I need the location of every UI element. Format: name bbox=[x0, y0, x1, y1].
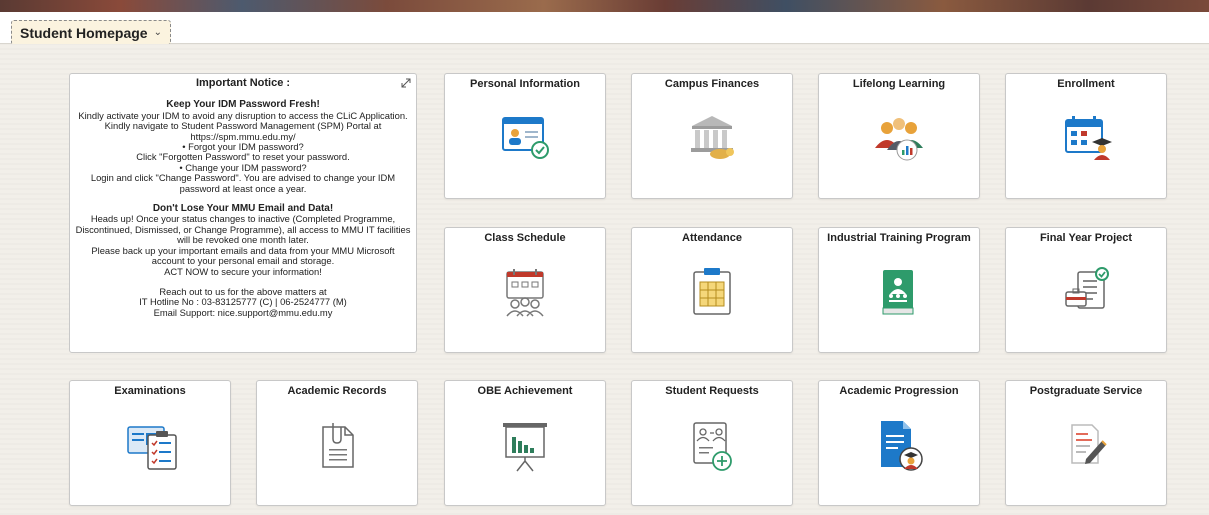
tile-label: Postgraduate Service bbox=[1029, 385, 1143, 397]
tile-student-requests[interactable]: Student Requests bbox=[631, 380, 793, 506]
tile-label: Campus Finances bbox=[664, 78, 760, 90]
tile-label: OBE Achievement bbox=[477, 385, 573, 397]
important-notice-tile[interactable]: Important Notice : Keep Your IDM Passwor… bbox=[69, 73, 417, 353]
tile-label: Lifelong Learning bbox=[852, 78, 946, 90]
notice-line: account to your personal email and stora… bbox=[151, 255, 335, 267]
notice-line: password at least once a year. bbox=[179, 182, 307, 194]
training-book-icon bbox=[882, 270, 914, 315]
exam-checklist-icon bbox=[127, 426, 177, 470]
tile-label: Enrollment bbox=[1057, 78, 1115, 90]
tile-label: Academic Progression bbox=[839, 385, 959, 397]
project-document-icon bbox=[1065, 267, 1109, 309]
class-schedule-icon bbox=[506, 269, 544, 317]
tile-label: Attendance bbox=[682, 232, 742, 244]
tile-label: Industrial Training Program bbox=[827, 232, 971, 244]
tile-enrollment[interactable]: Enrollment bbox=[1005, 73, 1167, 199]
header-banner bbox=[0, 0, 1209, 12]
tile-personal-information[interactable]: Personal Information bbox=[444, 73, 606, 199]
tile-label: Personal Information bbox=[469, 78, 581, 90]
progression-document-icon bbox=[881, 421, 923, 471]
bank-icon bbox=[691, 116, 734, 159]
notice-title: Important Notice : bbox=[195, 77, 291, 89]
expand-icon[interactable] bbox=[401, 78, 411, 88]
tile-label: Student Requests bbox=[665, 385, 759, 397]
tile-label: Examinations bbox=[114, 385, 186, 397]
homepage-selector[interactable]: Student Homepage ⌄ bbox=[11, 20, 171, 45]
tile-academic-records[interactable]: Academic Records bbox=[256, 380, 418, 506]
pen-document-icon bbox=[1071, 424, 1107, 464]
tile-class-schedule[interactable]: Class Schedule bbox=[444, 227, 606, 353]
tile-campus-finances[interactable]: Campus Finances bbox=[631, 73, 793, 199]
request-add-icon bbox=[693, 422, 732, 471]
chevron-down-icon: ⌄ bbox=[153, 27, 162, 38]
presentation-chart-icon bbox=[503, 423, 547, 472]
tile-academic-progression[interactable]: Academic Progression bbox=[818, 380, 980, 506]
tile-examinations[interactable]: Examinations bbox=[69, 380, 231, 506]
tile-postgraduate-service[interactable]: Postgraduate Service bbox=[1005, 380, 1167, 506]
notice-line: ACT NOW to secure your information! bbox=[164, 265, 322, 277]
attendance-clipboard-icon bbox=[693, 268, 731, 315]
tile-final-year-project[interactable]: Final Year Project bbox=[1005, 227, 1167, 353]
personal-info-icon bbox=[502, 117, 549, 159]
tile-industrial-training-program[interactable]: Industrial Training Program bbox=[818, 227, 980, 353]
tile-attendance[interactable]: Attendance bbox=[631, 227, 793, 353]
page-header: Student Homepage ⌄ bbox=[0, 12, 1209, 45]
tile-lifelong-learning[interactable]: Lifelong Learning bbox=[818, 73, 980, 199]
notice-line: Email Support: nice.support@mmu.edu.my bbox=[153, 306, 333, 318]
page-title: Student Homepage bbox=[20, 24, 148, 41]
group-chart-icon bbox=[875, 118, 923, 161]
tile-obe-achievement[interactable]: OBE Achievement bbox=[444, 380, 606, 506]
tile-area: Important Notice : Keep Your IDM Passwor… bbox=[0, 44, 1209, 515]
calendar-student-icon bbox=[1065, 116, 1112, 160]
records-clip-icon bbox=[322, 423, 354, 468]
tile-label: Class Schedule bbox=[484, 232, 566, 244]
tile-label: Academic Records bbox=[287, 385, 387, 397]
tile-label: Final Year Project bbox=[1039, 232, 1133, 244]
